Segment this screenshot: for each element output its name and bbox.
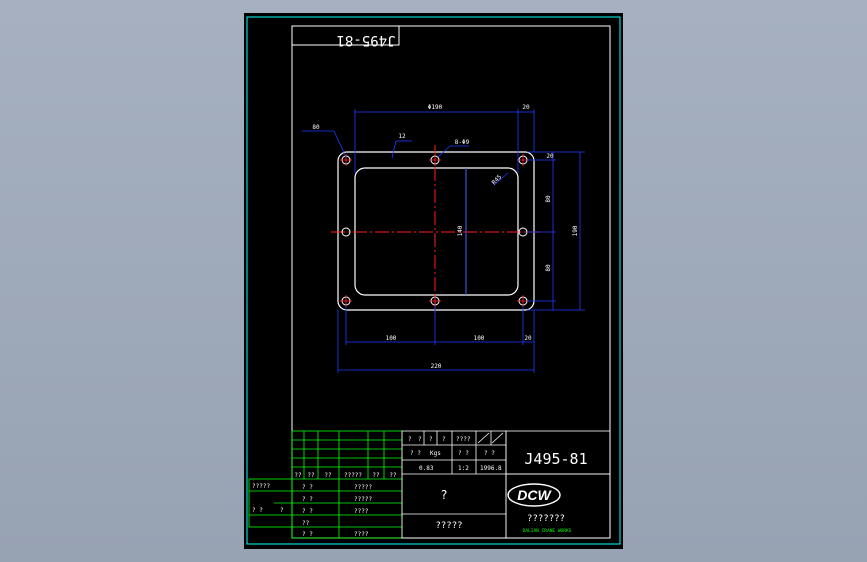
drawing-sheet: J495-81 Φ190 20 80 12 8-Φ9 R45 20 80 80 …	[244, 13, 623, 549]
dim-holes: 8-Φ9	[455, 139, 470, 146]
change-header: ??	[372, 472, 380, 479]
company-name: ???????	[527, 514, 565, 524]
dim-inner-width: Φ190	[428, 104, 443, 111]
dim-edge-20: 20	[546, 153, 554, 160]
info-cell: Kgs	[430, 450, 441, 457]
sign-date: ????	[354, 508, 369, 515]
sign-label: ? ?	[302, 484, 313, 491]
title-block: ?? ?? ?? ????? ?? ?? ? ? ? ? ? ? ?? ? ? …	[248, 430, 611, 539]
change-header: ??	[389, 472, 397, 479]
info-cell: ?	[442, 436, 446, 443]
material-label: ?????	[435, 521, 462, 531]
company-logo: DCW DALIAN CRANE WORKS	[507, 483, 572, 534]
logo-subtext: DALIAN CRANE WORKS	[523, 528, 572, 534]
info-cell: ? ?	[458, 450, 469, 457]
dim-flange: 20	[522, 104, 530, 111]
sign-label: ? ?	[302, 531, 313, 538]
drawing-code: J495-81	[524, 450, 587, 468]
dim-upper-80: 80	[545, 195, 552, 203]
info-cell: ?	[429, 436, 433, 443]
strip-label: ?	[280, 507, 284, 514]
dim-total-height: 190	[572, 225, 579, 236]
mirrored-drawing-code: J495-81	[336, 32, 395, 48]
sign-label: ??	[302, 520, 310, 527]
dim-lower-80: 80	[545, 264, 552, 272]
weight-value: 0.83	[419, 465, 434, 472]
sign-label: ? ?	[302, 496, 313, 503]
dim-label-12: 12	[398, 133, 406, 140]
sign-label: ? ?	[302, 508, 313, 515]
change-header: ?????	[344, 472, 362, 479]
dim-inner-height: 140	[457, 225, 464, 236]
dim-right-100: 100	[474, 335, 485, 342]
strip-label: ?????	[252, 483, 270, 490]
part-name: ?	[440, 488, 447, 502]
info-cell: ?	[418, 436, 422, 443]
dim-total-width: 220	[431, 363, 442, 370]
dim-radius: R45	[491, 173, 504, 186]
date-value: 1996.8	[480, 465, 502, 472]
info-cell: ? ?	[410, 450, 421, 457]
change-header: ??	[307, 472, 315, 479]
dim-thickness: 80	[312, 124, 320, 131]
info-cell: ????	[456, 436, 471, 443]
sign-date: ?????	[354, 484, 372, 491]
scale-value: 1:2	[458, 465, 469, 472]
info-cell: ? ?	[484, 450, 495, 457]
logo-text: DCW	[517, 487, 552, 503]
strip-label: ? ?	[252, 507, 263, 514]
dim-bottom-20: 20	[524, 335, 532, 342]
part-view	[331, 145, 541, 317]
info-cell: ?	[408, 436, 412, 443]
sign-date: ????	[354, 531, 369, 538]
dim-left-100: 100	[386, 335, 397, 342]
sign-date: ?????	[354, 496, 372, 503]
change-header: ??	[324, 472, 332, 479]
dimension-lines	[302, 109, 585, 373]
change-header: ??	[294, 472, 302, 479]
cad-drawing: J495-81 Φ190 20 80 12 8-Φ9 R45 20 80 80 …	[246, 16, 621, 545]
